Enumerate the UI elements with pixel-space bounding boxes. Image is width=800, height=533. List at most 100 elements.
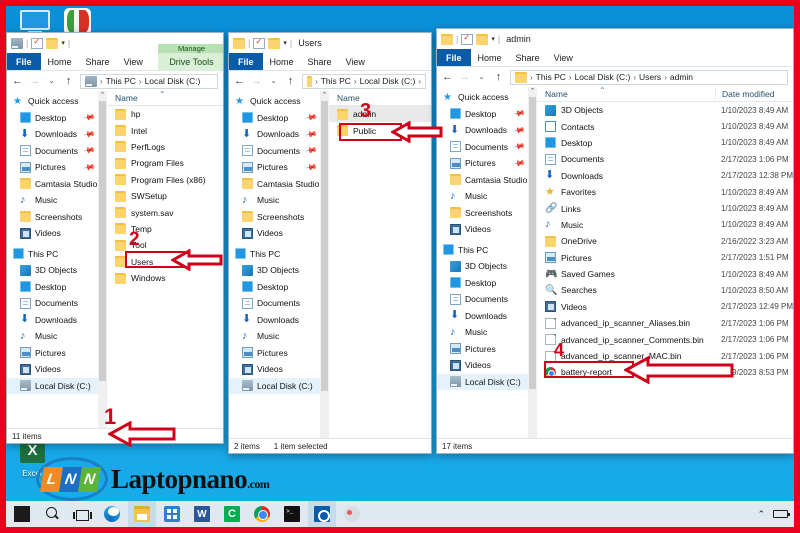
nav-item-pictures[interactable]: Pictures 📌	[437, 155, 537, 172]
tab-home[interactable]: Home	[41, 53, 79, 70]
table-row[interactable]: 🔗 Links 1/10/2023 8:49 AM	[537, 200, 793, 216]
table-row[interactable]: advanced_ip_scanner_Aliases.bin 2/17/2023…	[537, 315, 793, 331]
file-list-pane[interactable]: Name admin Public	[329, 91, 431, 449]
table-row[interactable]: Pictures 2/17/2023 1:51 PM	[537, 250, 793, 266]
nav-item-desktop[interactable]: Desktop 📌	[437, 106, 537, 123]
quick-access-toolbar[interactable]: | ▾ |	[441, 33, 500, 45]
column-headers[interactable]: Name	[329, 91, 431, 106]
nav-item-quick-access[interactable]: ★ Quick access	[7, 93, 107, 110]
tab-view[interactable]: View	[117, 53, 150, 70]
tab-home[interactable]: Home	[471, 49, 509, 66]
nav-item-desktop[interactable]: Desktop 📌	[7, 110, 107, 127]
chevron-down-icon[interactable]: ▾	[61, 39, 65, 47]
nav-item-screenshots[interactable]: Screenshots	[437, 205, 537, 222]
new-folder-icon[interactable]	[46, 37, 59, 49]
nav-item-desktop[interactable]: Desktop 📌	[229, 110, 329, 127]
column-name[interactable]: Name ⌃	[107, 91, 223, 103]
nav-scrollbar[interactable]: ⌃ ⌄	[528, 87, 537, 449]
nav-item-music-2[interactable]: ♪ Music	[437, 324, 537, 341]
nav-item-music[interactable]: ♪ Music	[7, 192, 107, 209]
nav-item-pictures-2[interactable]: Pictures	[7, 345, 107, 362]
scroll-up-icon[interactable]: ⌃	[322, 91, 328, 100]
address-bar[interactable]: ← → ⌄ ↑ › This PC › Local Disk (C:) › Us…	[437, 67, 793, 87]
tab-home[interactable]: Home	[263, 53, 301, 70]
properties-icon[interactable]	[31, 37, 44, 49]
table-row[interactable]: Program Files (x86)	[107, 172, 223, 188]
quick-access-toolbar[interactable]: | ▾ |	[11, 37, 70, 49]
scroll-up-icon[interactable]: ⌃	[100, 91, 106, 100]
breadcrumb-segment[interactable]: admin	[670, 72, 693, 82]
tab-view[interactable]: View	[547, 49, 580, 66]
recent-locations-icon[interactable]: ⌄	[46, 77, 57, 85]
nav-item-this-pc[interactable]: This PC	[229, 246, 329, 263]
nav-item-screenshots[interactable]: Screenshots	[7, 209, 107, 226]
table-row[interactable]: 3D Objects 1/10/2023 8:49 AM	[537, 102, 793, 118]
nav-item-documents-2[interactable]: Documents	[229, 295, 329, 312]
chevron-down-icon[interactable]: ▾	[491, 35, 495, 43]
table-row[interactable]: OneDrive 2/16/2022 3:23 AM	[537, 233, 793, 249]
tab-view[interactable]: View	[339, 53, 372, 70]
nav-item-camtasia-studio[interactable]: Camtasia Studio	[7, 176, 107, 193]
nav-item-downloads-2[interactable]: ⬇ Downloads	[437, 308, 537, 325]
nav-item-downloads-2[interactable]: ⬇ Downloads	[229, 312, 329, 329]
nav-item-documents-2[interactable]: Documents	[437, 291, 537, 308]
back-icon[interactable]: ←	[442, 71, 453, 83]
table-row[interactable]: ★ Favorites 1/10/2023 8:49 AM	[537, 184, 793, 200]
table-row[interactable]: ⬇ Downloads 2/17/2023 12:38 PM	[537, 168, 793, 184]
nav-item-music[interactable]: ♪ Music	[229, 192, 329, 209]
table-row[interactable]: Intel	[107, 122, 223, 138]
breadcrumb-segment[interactable]: This PC	[536, 72, 566, 82]
nav-item-music[interactable]: ♪ Music	[437, 188, 537, 205]
ribbon-tabs[interactable]: File Home Share View	[437, 49, 793, 67]
breadcrumb-segment[interactable]: Local Disk (C:)	[145, 76, 201, 86]
table-row[interactable]: SWSetup	[107, 188, 223, 204]
nav-item-videos-2[interactable]: Videos	[229, 361, 329, 378]
column-name[interactable]: Name ⌃	[537, 87, 715, 99]
nav-item-this-pc[interactable]: This PC	[437, 242, 537, 259]
nav-item-local-disk-c[interactable]: Local Disk (C:)	[7, 377, 107, 394]
table-row[interactable]: advanced_ip_scanner_Comments.bin 2/17/202…	[537, 331, 793, 347]
breadcrumb[interactable]: › This PC › Local Disk (C:) › Users › ad…	[510, 69, 788, 85]
taskbar-chrome[interactable]	[248, 501, 276, 527]
nav-item-downloads[interactable]: ⬇ Downloads 📌	[437, 122, 537, 139]
navigation-pane[interactable]: ⌃ ⌄ ★ Quick access Desktop 📌 ⬇ Downloads 📌 D…	[437, 87, 537, 449]
taskbar[interactable]: ⌃	[6, 501, 794, 527]
tab-share[interactable]: Share	[79, 53, 117, 70]
nav-item-videos[interactable]: Videos	[437, 221, 537, 238]
nav-item-downloads-2[interactable]: ⬇ Downloads	[7, 312, 107, 329]
ribbon-tabs[interactable]: File Home Share View	[229, 53, 431, 71]
titlebar[interactable]: | ▾ | Users	[229, 33, 431, 53]
nav-item-documents[interactable]: Documents 📌	[437, 139, 537, 156]
column-name[interactable]: Name	[329, 93, 431, 103]
nav-item-videos-2[interactable]: Videos	[437, 357, 537, 374]
breadcrumb[interactable]: › This PC › Local Disk (C:) ›	[302, 73, 426, 89]
table-row[interactable]: Documents 2/17/2023 1:06 PM	[537, 151, 793, 167]
contextual-tab-drive-tools[interactable]: Manage Drive Tools	[158, 44, 223, 71]
nav-scrollbar[interactable]: ⌃ ⌄	[320, 91, 329, 449]
chevron-down-icon[interactable]: ▾	[283, 39, 287, 47]
taskbar-search-button[interactable]	[38, 501, 66, 527]
up-icon[interactable]: ↑	[493, 71, 504, 83]
tab-file[interactable]: File	[229, 53, 263, 70]
table-row[interactable]: 🔍 Searches 1/10/2023 8:50 AM	[537, 282, 793, 298]
taskbar-start-button[interactable]	[8, 501, 36, 527]
nav-item-quick-access[interactable]: ★ Quick access	[437, 89, 537, 106]
nav-item-local-disk-c[interactable]: Local Disk (C:)	[229, 377, 329, 394]
battery-icon[interactable]	[773, 510, 790, 518]
nav-item-desktop-2[interactable]: Desktop	[7, 279, 107, 296]
nav-item-this-pc[interactable]: This PC	[7, 246, 107, 263]
nav-item-music-2[interactable]: ♪ Music	[229, 328, 329, 345]
nav-item-music-2[interactable]: ♪ Music	[7, 328, 107, 345]
nav-scrollbar[interactable]: ⌃ ⌄	[98, 91, 107, 439]
tab-share[interactable]: Share	[301, 53, 339, 70]
column-headers[interactable]: Name ⌃ Date modified	[537, 87, 793, 102]
table-row[interactable]: PerfLogs	[107, 139, 223, 155]
breadcrumb-segment[interactable]: Local Disk (C:)	[575, 72, 631, 82]
taskbar-microsoft-store[interactable]	[158, 501, 186, 527]
back-icon[interactable]: ←	[234, 75, 245, 87]
nav-item-documents[interactable]: Documents 📌	[229, 143, 329, 160]
nav-item-pictures[interactable]: Pictures 📌	[7, 159, 107, 176]
breadcrumb[interactable]: › This PC › Local Disk (C:)	[80, 73, 218, 89]
taskbar-camtasia[interactable]	[218, 501, 246, 527]
explorer-window-users[interactable]: | ▾ | Users File Home Share View ← → ⌄ ↑…	[228, 32, 432, 454]
